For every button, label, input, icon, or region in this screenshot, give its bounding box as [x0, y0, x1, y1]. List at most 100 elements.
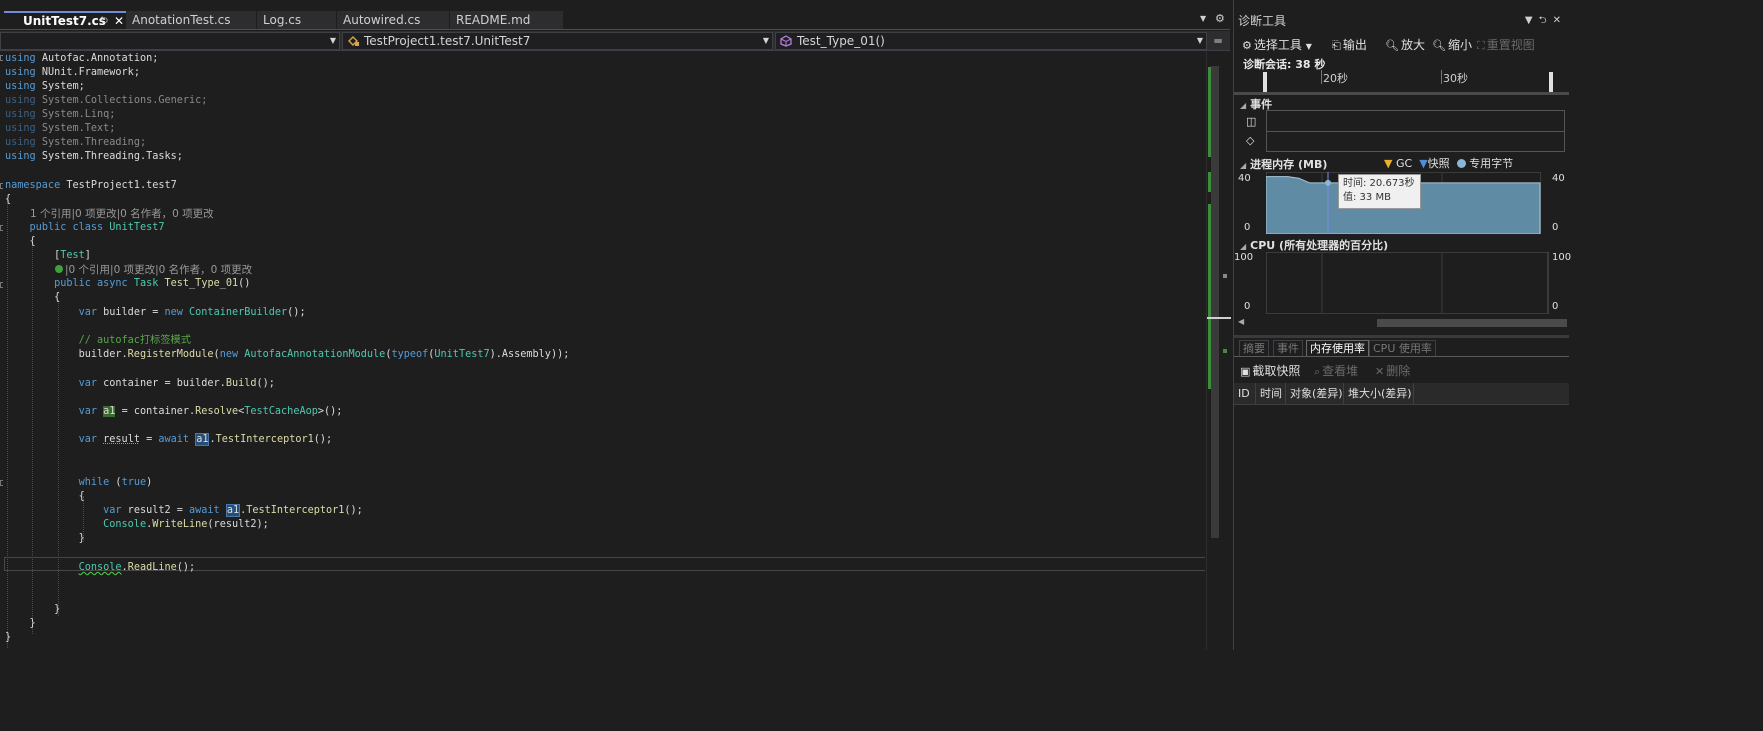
- tab-log[interactable]: Log.cs: [257, 11, 336, 29]
- tab-overflow-chevron-down-icon[interactable]: ▼: [1200, 14, 1206, 23]
- collapse-icon[interactable]: [0, 480, 3, 486]
- diagnostic-toolbar: ⚙ 选择工具 ▼ ⎗ 输出 🔍︎ 放大 🔍︎ 缩小 ⛶ 重置视图: [1234, 34, 1569, 56]
- collapse-icon[interactable]: [0, 225, 3, 231]
- cpu-section-header[interactable]: ◢ CPU (所有处理器的百分比): [1240, 237, 1388, 253]
- tab-anotationtest[interactable]: AnotationTest.cs: [126, 11, 256, 29]
- project-dropdown[interactable]: ▼: [0, 32, 340, 50]
- column-time[interactable]: 时间: [1256, 383, 1286, 405]
- member-dropdown[interactable]: Test_Type_01() ▼: [775, 32, 1207, 50]
- code-comment: // autofac打标签模式: [78, 335, 191, 346]
- zoom-out-icon: 🔍︎: [1432, 39, 1446, 52]
- memory-section-header[interactable]: ◢ 进程内存 (MB): [1240, 156, 1327, 172]
- search-icon: ⌕: [1314, 365, 1321, 378]
- indent-guide: [7, 200, 8, 648]
- code-line: }: [5, 604, 61, 615]
- scrollbar-thumb[interactable]: [1211, 66, 1219, 538]
- codelens-method[interactable]: |0 个引用|0 项更改|0 名作者，0 项更改: [55, 263, 252, 277]
- pin-icon[interactable]: ⮌: [1539, 15, 1553, 26]
- method-icon: [780, 35, 792, 47]
- snapshot-marker-icon: ▼: [1419, 157, 1428, 170]
- tooltip-value: 值: 33 MB: [1343, 192, 1391, 203]
- splitter[interactable]: [1234, 92, 1569, 95]
- timeline-ruler[interactable]: 20秒 30秒: [1263, 70, 1569, 92]
- pane-title: 诊断工具: [1238, 14, 1287, 28]
- output-icon: ⎗: [1332, 39, 1341, 52]
- splitter[interactable]: [1234, 335, 1569, 338]
- zoom-out-button[interactable]: 🔍︎ 缩小: [1432, 36, 1472, 54]
- code-line: }: [5, 533, 85, 544]
- code-line: using NUnit.Framework;: [5, 67, 140, 78]
- column-id[interactable]: ID: [1234, 383, 1256, 405]
- editor-pane: UnitTest7.cs ⮌ ✕ AnotationTest.cs Log.cs…: [0, 0, 1231, 650]
- break-event-icon: ◫: [1246, 115, 1257, 128]
- delete-icon: ✕: [1375, 365, 1385, 378]
- code-line: var builder = new ContainerBuilder();: [78, 307, 306, 318]
- collapse-icon[interactable]: [0, 55, 3, 61]
- navigation-bar: ▼ TestProject1.test7.UnitTest7 ▼ Test_Ty…: [0, 31, 1230, 51]
- class-icon: [348, 36, 359, 46]
- timeline-start-handle[interactable]: [1263, 72, 1267, 92]
- vertical-scrollbar[interactable]: [1206, 52, 1231, 650]
- collapse-icon[interactable]: [0, 183, 3, 189]
- chevron-down-icon: ▼: [1196, 36, 1203, 45]
- column-objects-diff[interactable]: 对象(差异): [1286, 383, 1344, 405]
- column-heap-size-diff[interactable]: 堆大小(差异): [1344, 383, 1414, 405]
- code-line: using System.Linq;: [5, 109, 116, 120]
- code-line: var container = builder.Build();: [78, 378, 275, 389]
- take-snapshot-button[interactable]: ▣ 截取快照: [1240, 362, 1300, 380]
- code-line: {: [5, 194, 12, 205]
- scroll-left-icon[interactable]: ◀: [1238, 317, 1244, 326]
- close-icon[interactable]: ✕: [1553, 15, 1567, 26]
- delete-button[interactable]: ✕ 删除: [1375, 362, 1410, 380]
- window-menu-icon[interactable]: ▼: [1525, 15, 1539, 26]
- timeline-label: 30秒: [1443, 72, 1468, 85]
- split-window-icon[interactable]: ═: [1210, 33, 1226, 49]
- view-heap-button[interactable]: ⌕ 查看堆: [1314, 362, 1358, 380]
- tab-events[interactable]: 事件: [1273, 340, 1303, 357]
- output-button[interactable]: ⎗ 输出: [1332, 36, 1367, 54]
- code-line: {: [5, 491, 85, 502]
- tab-summary[interactable]: 摘要: [1239, 340, 1269, 357]
- events-track[interactable]: [1266, 110, 1565, 152]
- timeline-tick: [1441, 70, 1442, 84]
- code-line: using System;: [5, 81, 85, 92]
- reset-view-button[interactable]: ⛶ 重置视图: [1477, 36, 1535, 54]
- tab-memory-usage[interactable]: 内存使用率: [1306, 340, 1369, 357]
- code-line: namespace TestProject1.test7: [5, 180, 177, 191]
- annotation-marker: [1223, 349, 1227, 353]
- code-line: Console.ReadLine();: [78, 562, 196, 573]
- code-line: var result = await a1.TestInterceptor1()…: [78, 433, 333, 446]
- chevron-down-icon: ▼: [762, 36, 769, 45]
- class-dropdown[interactable]: TestProject1.test7.UnitTest7 ▼: [342, 32, 773, 50]
- cpu-y-min-left: 0: [1244, 301, 1251, 312]
- timeline-horizontal-scrollbar[interactable]: ◀: [1236, 317, 1569, 329]
- codelens-class[interactable]: 1 个引用|0 项更改|0 名作者，0 项更改: [30, 207, 214, 221]
- select-tools-button[interactable]: ⚙ 选择工具 ▼: [1242, 36, 1312, 54]
- tab-readme[interactable]: README.md: [450, 11, 563, 29]
- zoom-in-button[interactable]: 🔍︎ 放大: [1385, 36, 1425, 54]
- tab-label: Log.cs: [263, 13, 302, 27]
- code-line: }: [5, 632, 12, 643]
- cpu-chart[interactable]: [1266, 252, 1565, 314]
- collapse-icon[interactable]: [0, 282, 3, 288]
- close-icon[interactable]: ✕: [114, 13, 124, 29]
- memory-y-max-right: 40: [1552, 173, 1565, 184]
- code-editor[interactable]: using Autofac.Annotation; using NUnit.Fr…: [0, 52, 1205, 650]
- zoom-in-icon: 🔍︎: [1385, 39, 1399, 52]
- memory-y-max-left: 40: [1238, 173, 1251, 184]
- memory-hover-point: [1325, 179, 1331, 186]
- scrollbar-thumb[interactable]: [1377, 319, 1567, 327]
- collapse-triangle-icon: ◢: [1240, 101, 1247, 110]
- tab-cpu-usage[interactable]: CPU 使用率: [1369, 340, 1436, 357]
- tab-label: AnotationTest.cs: [132, 13, 231, 27]
- tab-autowired[interactable]: Autowired.cs: [337, 11, 449, 29]
- tab-label: Autowired.cs: [343, 13, 421, 27]
- code-line: using Autofac.Annotation;: [5, 53, 159, 64]
- tab-unittest7[interactable]: UnitTest7.cs ⮌ ✕: [4, 11, 126, 29]
- gc-marker-icon: ▼: [1384, 157, 1393, 170]
- timeline-tick: [1321, 70, 1322, 84]
- code-line: [Test]: [5, 250, 91, 261]
- timeline-end-handle[interactable]: [1549, 72, 1553, 92]
- gear-icon[interactable]: ⚙: [1215, 12, 1225, 25]
- pin-icon[interactable]: ⮌: [100, 13, 108, 29]
